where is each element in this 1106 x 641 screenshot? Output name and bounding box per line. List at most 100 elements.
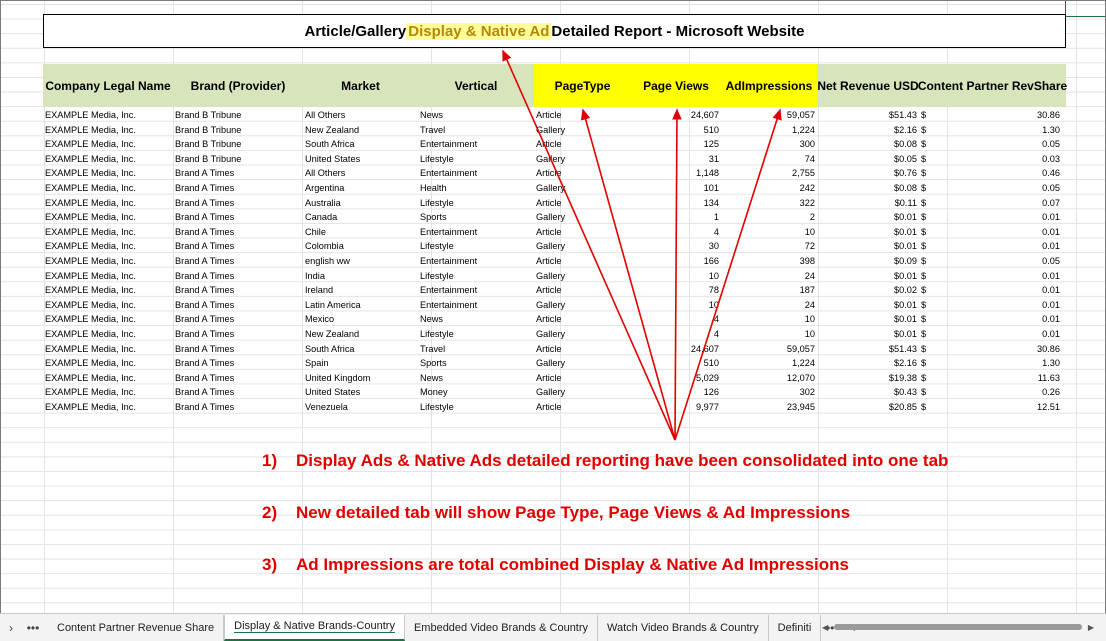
tab-watch-video-brands-country[interactable]: Watch Video Brands & Country — [598, 614, 769, 641]
table-cell[interactable]: Chile — [303, 225, 418, 240]
table-cell[interactable]: 12,070 — [721, 371, 817, 386]
table-cell[interactable]: 4 — [631, 312, 721, 327]
table-cell[interactable]: $0.03 — [919, 152, 1066, 167]
table-cell[interactable]: Lifestyle — [418, 327, 534, 342]
table-cell[interactable]: 24 — [721, 269, 817, 284]
table-cell[interactable]: Article — [534, 254, 631, 269]
table-cell[interactable]: Mexico — [303, 312, 418, 327]
table-cell[interactable]: Brand A Times — [173, 356, 303, 371]
table-cell[interactable]: Entertainment — [418, 283, 534, 298]
table-cell[interactable]: 2,755 — [721, 166, 817, 181]
table-cell[interactable]: Brand A Times — [173, 283, 303, 298]
table-cell[interactable]: 398 — [721, 254, 817, 269]
table-cell[interactable]: $51.43 — [817, 342, 919, 357]
tab-definitions[interactable]: Definiti — [769, 614, 822, 641]
scroll-left-icon[interactable]: ◀ — [822, 623, 828, 632]
table-cell[interactable]: $0.01 — [817, 239, 919, 254]
table-cell[interactable]: EXAMPLE Media, Inc. — [43, 196, 173, 211]
table-cell[interactable]: Brand A Times — [173, 269, 303, 284]
table-cell[interactable]: EXAMPLE Media, Inc. — [43, 342, 173, 357]
table-cell[interactable]: $19.38 — [817, 371, 919, 386]
table-cell[interactable]: 9,977 — [631, 400, 721, 415]
table-cell[interactable]: 242 — [721, 181, 817, 196]
scroll-tabs-right-icon[interactable]: › — [0, 621, 22, 635]
table-cell[interactable]: 74 — [721, 152, 817, 167]
table-cell[interactable]: EXAMPLE Media, Inc. — [43, 356, 173, 371]
table-cell[interactable]: $0.01 — [817, 298, 919, 313]
table-cell[interactable]: 1,224 — [721, 123, 817, 138]
table-cell[interactable]: 1 — [631, 210, 721, 225]
table-cell[interactable]: Sports — [418, 210, 534, 225]
table-cell[interactable]: EXAMPLE Media, Inc. — [43, 108, 173, 123]
table-cell[interactable]: $1.30 — [919, 356, 1066, 371]
table-cell[interactable]: News — [418, 108, 534, 123]
table-cell[interactable]: $0.46 — [919, 166, 1066, 181]
table-cell[interactable]: 31 — [631, 152, 721, 167]
table-cell[interactable]: Gallery — [534, 152, 631, 167]
table-cell[interactable]: EXAMPLE Media, Inc. — [43, 166, 173, 181]
table-cell[interactable]: $0.02 — [817, 283, 919, 298]
table-cell[interactable]: South Africa — [303, 342, 418, 357]
table-cell[interactable]: Brand B Tribune — [173, 137, 303, 152]
table-cell[interactable]: United States — [303, 152, 418, 167]
table-cell[interactable]: 23,945 — [721, 400, 817, 415]
table-cell[interactable]: 10 — [721, 312, 817, 327]
table-cell[interactable]: Ireland — [303, 283, 418, 298]
table-cell[interactable]: $2.16 — [817, 356, 919, 371]
table-cell[interactable]: Venezuela — [303, 400, 418, 415]
table-cell[interactable]: $1.30 — [919, 123, 1066, 138]
table-cell[interactable]: $20.85 — [817, 400, 919, 415]
table-cell[interactable]: EXAMPLE Media, Inc. — [43, 152, 173, 167]
table-cell[interactable]: Lifestyle — [418, 400, 534, 415]
table-cell[interactable]: EXAMPLE Media, Inc. — [43, 298, 173, 313]
table-cell[interactable]: Gallery — [534, 123, 631, 138]
table-cell[interactable]: $0.08 — [817, 137, 919, 152]
table-cell[interactable]: Health — [418, 181, 534, 196]
table-cell[interactable]: 59,057 — [721, 108, 817, 123]
table-cell[interactable]: EXAMPLE Media, Inc. — [43, 327, 173, 342]
table-cell[interactable]: EXAMPLE Media, Inc. — [43, 137, 173, 152]
table-cell[interactable]: 2 — [721, 210, 817, 225]
table-cell[interactable]: $30.86 — [919, 108, 1066, 123]
table-cell[interactable]: EXAMPLE Media, Inc. — [43, 312, 173, 327]
table-cell[interactable]: $30.86 — [919, 342, 1066, 357]
table-cell[interactable]: Brand A Times — [173, 371, 303, 386]
table-cell[interactable]: 1,148 — [631, 166, 721, 181]
table-cell[interactable]: Article — [534, 342, 631, 357]
table-cell[interactable]: Australia — [303, 196, 418, 211]
table-cell[interactable]: $0.01 — [919, 283, 1066, 298]
table-cell[interactable]: Brand A Times — [173, 400, 303, 415]
table-cell[interactable]: 24 — [721, 298, 817, 313]
tab-content-partner-revenue-share[interactable]: Content Partner Revenue Share — [48, 614, 225, 641]
table-cell[interactable]: Gallery — [534, 210, 631, 225]
table-cell[interactable]: $0.01 — [817, 312, 919, 327]
table-cell[interactable]: Gallery — [534, 356, 631, 371]
table-cell[interactable]: Brand A Times — [173, 312, 303, 327]
table-cell[interactable]: Article — [534, 137, 631, 152]
table-cell[interactable]: Lifestyle — [418, 239, 534, 254]
table-cell[interactable]: $11.63 — [919, 371, 1066, 386]
table-cell[interactable]: $0.01 — [919, 298, 1066, 313]
table-cell[interactable]: Canada — [303, 210, 418, 225]
table-cell[interactable]: 10 — [721, 327, 817, 342]
table-cell[interactable]: english ww — [303, 254, 418, 269]
table-cell[interactable]: 322 — [721, 196, 817, 211]
table-cell[interactable]: $0.01 — [817, 269, 919, 284]
table-cell[interactable]: Article — [534, 196, 631, 211]
table-cell[interactable]: Brand A Times — [173, 181, 303, 196]
table-cell[interactable]: New Zealand — [303, 123, 418, 138]
table-cell[interactable]: EXAMPLE Media, Inc. — [43, 239, 173, 254]
table-cell[interactable]: $0.01 — [919, 312, 1066, 327]
table-cell[interactable]: Article — [534, 166, 631, 181]
scroll-right-icon[interactable]: ▶ — [1088, 623, 1094, 632]
scrollbar-thumb[interactable] — [834, 624, 1082, 630]
tab-embedded-video-brands-country[interactable]: Embedded Video Brands & Country — [405, 614, 599, 641]
table-cell[interactable]: $0.05 — [919, 137, 1066, 152]
table-cell[interactable]: Gallery — [534, 181, 631, 196]
table-cell[interactable]: Article — [534, 108, 631, 123]
table-cell[interactable]: $0.01 — [919, 210, 1066, 225]
table-cell[interactable]: EXAMPLE Media, Inc. — [43, 371, 173, 386]
table-cell[interactable]: $0.05 — [919, 181, 1066, 196]
table-cell[interactable]: Spain — [303, 356, 418, 371]
table-cell[interactable]: 510 — [631, 123, 721, 138]
